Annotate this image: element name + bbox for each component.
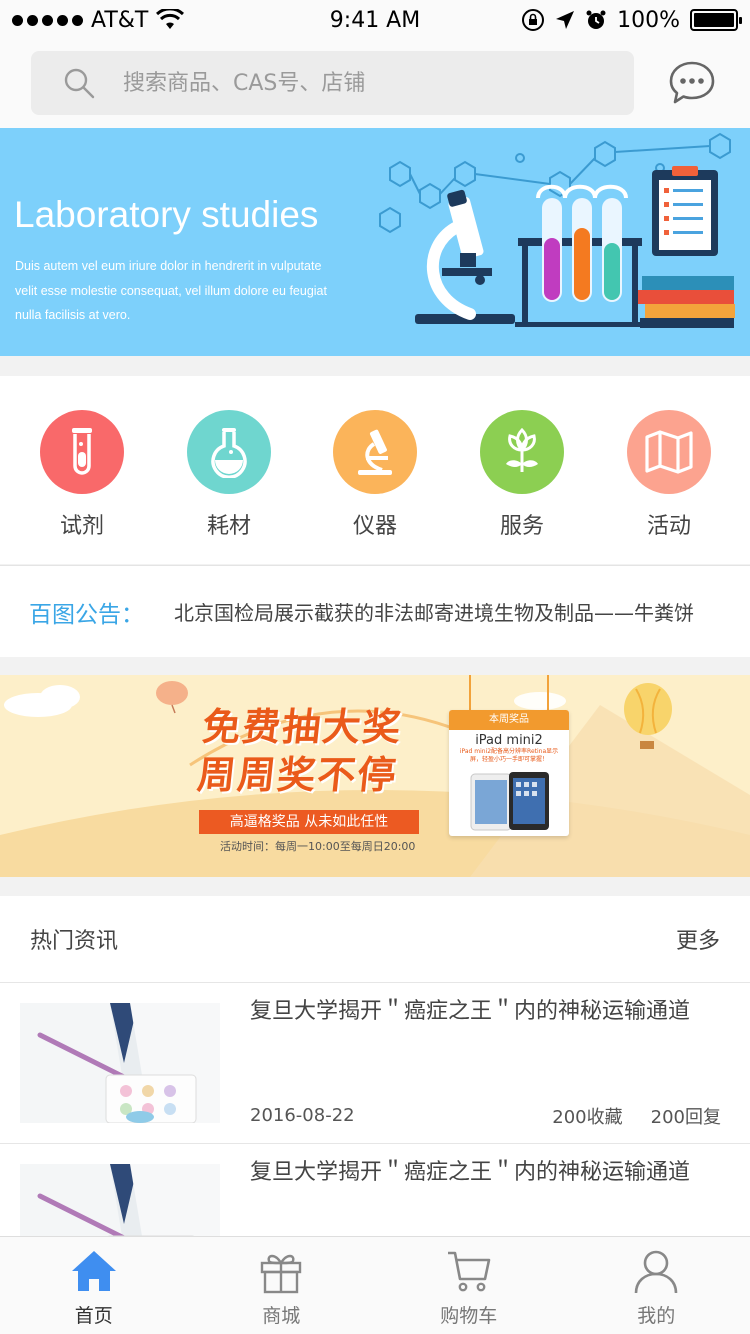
tab-label: 我的	[637, 1305, 676, 1327]
banner-title: Laboratory studies	[14, 194, 319, 235]
promo-headline-line-1: 免费抽大奖	[200, 705, 405, 749]
category-services[interactable]: 服务	[467, 410, 577, 540]
tab-profile[interactable]: 我的	[563, 1237, 750, 1334]
tab-label: 首页	[74, 1305, 113, 1327]
category-label: 活动	[646, 514, 691, 539]
rotation-lock-icon	[522, 9, 545, 31]
category-label: 仪器	[352, 514, 397, 539]
battery-percent: 100%	[617, 7, 680, 33]
prize-header: 本周奖品	[449, 710, 569, 730]
search-icon	[64, 68, 95, 99]
news-item[interactable]: 复旦大学揭开＂癌症之王＂内的神秘运输通道	[0, 1144, 750, 1236]
signal-strength-icon	[12, 14, 83, 26]
tab-label: 商城	[262, 1305, 301, 1327]
search-input[interactable]	[123, 70, 543, 96]
announcement-text[interactable]: 北京国检局展示截获的非法邮寄进境生物及制品——牛粪饼	[174, 597, 694, 626]
category-label: 耗材	[206, 514, 251, 539]
carrier-label: AT&T	[91, 7, 149, 33]
lottery-promo-banner[interactable]: 免费抽大奖 周周奖不停 高逼格奖品 从未如此任性 活动时间：每周一10:00至每…	[0, 675, 750, 877]
home-icon	[71, 1251, 116, 1291]
status-right: 100%	[521, 7, 742, 33]
category-label: 试剂	[59, 514, 104, 539]
category-instruments[interactable]: 仪器	[320, 410, 430, 540]
news-date: 2016-08-22	[250, 1105, 355, 1126]
promo-headline-line-2: 周周奖不停	[195, 753, 400, 797]
status-left: AT&T	[12, 7, 185, 33]
category-label: 服务	[499, 514, 544, 539]
cart-icon	[447, 1251, 491, 1292]
tab-home[interactable]: 首页	[0, 1237, 188, 1334]
lab-banner[interactable]: Laboratory studies Duis autem vel eum ir…	[0, 128, 750, 356]
alarm-icon	[586, 10, 606, 29]
promo-headline: 免费抽大奖 周周奖不停	[195, 703, 405, 799]
message-icon[interactable]	[668, 60, 716, 106]
category-consumables[interactable]: 耗材	[174, 410, 284, 540]
promo-tagline: 高逼格奖品 从未如此任性	[199, 810, 419, 834]
flask-icon	[187, 410, 271, 494]
tab-cart[interactable]: 购物车	[375, 1237, 563, 1334]
reply-count: 200回复	[650, 1107, 721, 1128]
tablet-image	[470, 772, 549, 831]
news-thumbnail	[20, 1164, 220, 1236]
prize-description: iPad mini2配备高分辨率Retina显示屏，轻盈小巧一手即可掌握！	[459, 748, 559, 763]
battery-level	[694, 13, 734, 27]
hot-news-title: 热门资讯	[30, 929, 119, 954]
hot-news-section: 热门资讯 更多 复旦大学揭开＂癌症之王＂内的神秘运输通道 2016-08-22 …	[0, 896, 750, 1236]
wifi-icon	[156, 9, 185, 29]
news-thumbnail	[20, 1003, 220, 1123]
banner-description: Duis autem vel eum iriure dolor in hendr…	[15, 259, 327, 322]
announcement-bar[interactable]: 百图公告： 北京国检局展示截获的非法邮寄进境生物及制品——牛粪饼	[0, 565, 750, 657]
category-activities[interactable]: 活动	[614, 410, 724, 540]
bottom-tab-bar: 首页 商城 购物车 我的	[0, 1236, 750, 1334]
prize-card: 本周奖品 iPad mini2 iPad mini2配备高分辨率Retina显示…	[449, 710, 569, 836]
category-panel: 试剂 耗材 仪器 服务 活动	[0, 376, 750, 564]
search-bar[interactable]	[31, 51, 634, 115]
prize-name: iPad mini2	[475, 733, 543, 748]
laboratory-illustration	[379, 132, 735, 328]
map-icon	[627, 410, 711, 494]
user-icon	[634, 1250, 678, 1294]
location-arrow-icon	[556, 11, 575, 29]
tab-mall[interactable]: 商城	[188, 1237, 376, 1334]
search-header	[0, 40, 750, 128]
hot-news-header: 热门资讯 更多	[0, 896, 750, 983]
category-reagent[interactable]: 试剂	[27, 410, 137, 540]
flower-icon	[480, 410, 564, 494]
gift-icon	[261, 1254, 302, 1294]
promo-time: 活动时间：每周一10:00至每周日20:00	[220, 840, 416, 853]
microscope-icon	[333, 410, 417, 494]
more-link[interactable]: 更多	[676, 923, 720, 955]
battery-icon	[690, 9, 742, 31]
test-tube-icon	[40, 410, 124, 494]
news-headline: 复旦大学揭开＂癌症之王＂内的神秘运输通道	[250, 1160, 691, 1185]
tab-label: 购物车	[440, 1305, 498, 1327]
announcement-label: 百图公告：	[29, 601, 144, 628]
news-item[interactable]: 复旦大学揭开＂癌症之王＂内的神秘运输通道 2016-08-22 200收藏 20…	[0, 983, 750, 1144]
status-bar: AT&T 9:41 AM 100%	[0, 0, 750, 40]
news-headline: 复旦大学揭开＂癌症之王＂内的神秘运输通道	[250, 999, 691, 1024]
news-stats: 200收藏 200回复	[552, 1103, 721, 1129]
favorite-count: 200收藏	[552, 1107, 623, 1128]
